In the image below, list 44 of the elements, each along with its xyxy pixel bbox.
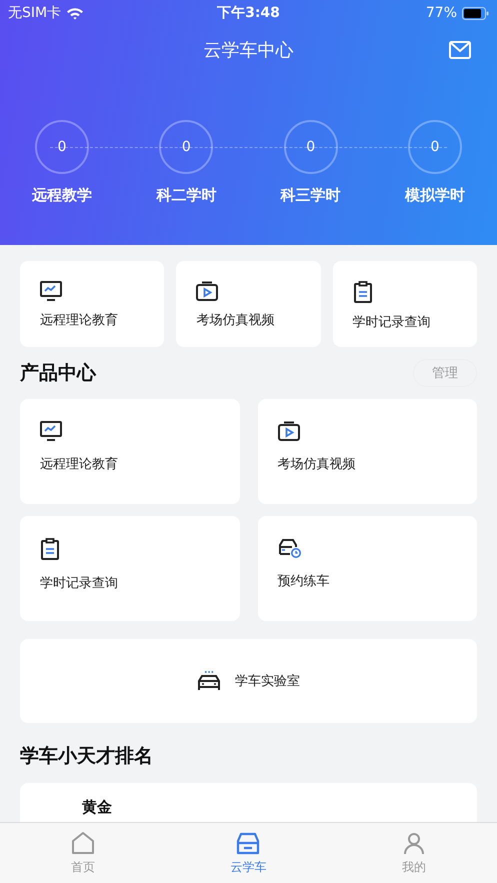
stat-circle: 0 [408, 120, 462, 174]
product-label: 远程理论教育 [40, 456, 118, 474]
quick-link-card[interactable]: 考场仿真视频 [176, 261, 321, 347]
tab-item[interactable]: 云学车 [198, 823, 298, 883]
rank-tier-text: 黄金 [82, 798, 112, 816]
monitor-icon [40, 421, 62, 442]
battery-text: 77% [426, 5, 457, 21]
quick-link-label: 远程理论教育 [40, 312, 118, 329]
clock-text: 下午3:48 [217, 4, 280, 22]
person-icon [402, 830, 426, 854]
stat-label: 科二学时 [156, 186, 216, 205]
product-card[interactable]: 预约练车 [258, 516, 477, 622]
lab-card[interactable]: 学车实验室 [20, 639, 477, 723]
wifi-icon [66, 6, 84, 20]
stat-circle: 0 [159, 120, 214, 174]
product-card[interactable]: 学时记录查询 [20, 516, 240, 622]
monitor-icon [40, 281, 62, 301]
video-icon [196, 281, 218, 301]
quick-link-label: 学时记录查询 [352, 314, 431, 331]
stat-label: 科三学时 [280, 186, 341, 205]
stat-label: 远程教学 [32, 186, 92, 205]
quick-link-card[interactable]: 远程理论教育 [20, 261, 164, 347]
home-icon [70, 830, 95, 854]
quick-link-label: 考场仿真视频 [196, 312, 274, 329]
product-label: 学时记录查询 [40, 575, 118, 592]
product-label: 预约练车 [278, 573, 330, 590]
product-card[interactable]: 考场仿真视频 [258, 399, 477, 504]
stat-circle: 0 [284, 120, 338, 174]
mail-icon[interactable] [449, 41, 471, 59]
car-clock-icon [278, 538, 302, 558]
carrier-text: 无SIM卡 [8, 4, 62, 22]
section-title: 学车小天才排名 [20, 744, 154, 769]
quick-link-card[interactable]: 学时记录查询 [332, 261, 477, 347]
product-card[interactable]: 远程理论教育 [20, 399, 240, 504]
clipboard-icon [352, 281, 373, 303]
stat-circle: 0 [35, 120, 89, 174]
video-icon [278, 421, 300, 442]
stat-label: 模拟学时 [404, 186, 465, 205]
section-title: 产品中心 [20, 361, 96, 386]
clipboard-icon [40, 538, 60, 560]
page-title: 云学车中心 [204, 39, 294, 62]
product-label: 考场仿真视频 [278, 456, 356, 474]
battery-icon [462, 6, 489, 20]
lab-label: 学车实验室 [235, 673, 300, 690]
